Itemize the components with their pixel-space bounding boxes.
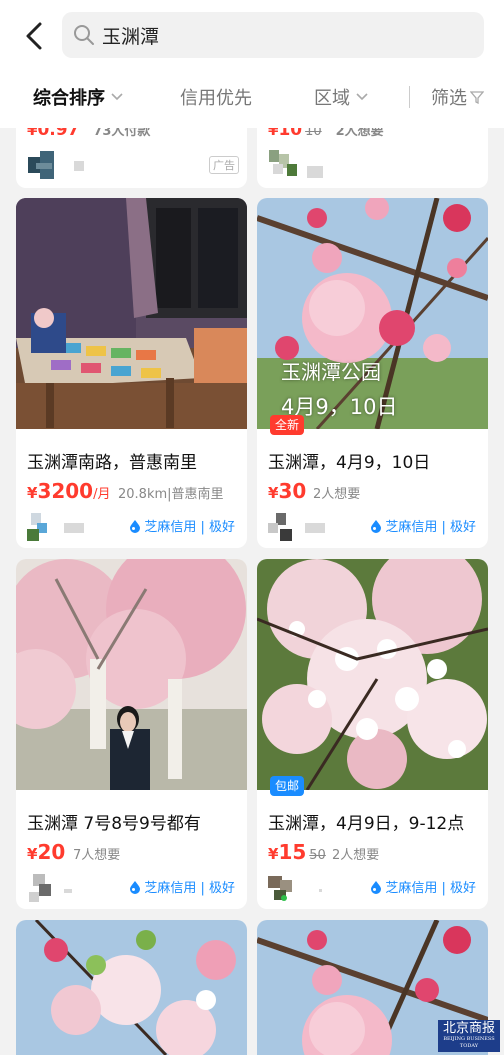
listing-card[interactable]: 包邮 玉渊潭，4月9日，9-12点 ¥15 50 2人想要 芝麻信用 | 极好 bbox=[257, 559, 488, 909]
listing-title: 玉渊潭南路，普惠南里 bbox=[27, 453, 197, 473]
location-meta: 20.8km|普惠南里 bbox=[118, 487, 224, 502]
listing-image bbox=[257, 559, 488, 790]
username bbox=[74, 161, 84, 171]
price: ¥30 bbox=[268, 479, 306, 503]
username bbox=[305, 523, 325, 533]
price: ¥15 50 bbox=[268, 840, 326, 864]
search-input[interactable] bbox=[102, 24, 462, 46]
chevron-down-icon bbox=[111, 93, 123, 101]
credit-badge: 芝麻信用 | 极好 bbox=[370, 877, 476, 896]
currency: ¥ bbox=[27, 484, 38, 502]
avatar bbox=[27, 874, 55, 902]
price-value: 15 bbox=[278, 840, 307, 864]
price-value: 30 bbox=[278, 479, 307, 503]
username bbox=[307, 166, 323, 178]
divider bbox=[409, 86, 410, 108]
listing-image bbox=[16, 559, 247, 790]
listing-card[interactable] bbox=[16, 920, 247, 1055]
listing-title: 玉渊潭 7号8号9号都有 bbox=[27, 814, 201, 834]
sort-region[interactable]: 区域 bbox=[314, 84, 369, 110]
original-price: 50 bbox=[309, 848, 326, 863]
listing-card[interactable]: 玉渊潭 7号8号9号都有 ¥20 7人想要 芝麻信用 | 极好 bbox=[16, 559, 247, 909]
avatar bbox=[269, 150, 299, 180]
credit-badge: 芝麻信用 | 极好 bbox=[129, 877, 235, 896]
filter-icon bbox=[470, 91, 484, 104]
image-overlay-title: 玉渊潭公园 bbox=[281, 360, 381, 384]
currency: ¥ bbox=[268, 484, 279, 502]
listing-image bbox=[16, 198, 247, 429]
filter-button[interactable]: 筛选 bbox=[431, 84, 484, 110]
price: ¥3200/月 bbox=[27, 479, 111, 503]
credit-label: 芝麻信用 | 极好 bbox=[144, 881, 235, 896]
watermark-text: 北京商报 bbox=[442, 1021, 495, 1036]
price-value: 3200 bbox=[37, 479, 94, 503]
username bbox=[64, 889, 72, 893]
listing-card[interactable]: 玉渊潭公园 4月9，10日 全新 玉渊潭，4月9，10日 ¥30 2人想要 芝麻… bbox=[257, 198, 488, 548]
sesame-credit-icon bbox=[371, 880, 382, 894]
avatar bbox=[268, 874, 296, 902]
credit-label: 芝麻信用 | 极好 bbox=[385, 520, 476, 535]
search-icon bbox=[74, 25, 94, 45]
filter-label: 筛选 bbox=[431, 88, 467, 109]
credit-label: 芝麻信用 | 极好 bbox=[144, 520, 235, 535]
sort-region-label: 区域 bbox=[314, 88, 350, 109]
news-watermark-logo: 北京商报 BEIJING BUSINESS TODAY bbox=[438, 1020, 500, 1052]
credit-badge: 芝麻信用 | 极好 bbox=[129, 516, 235, 535]
sesame-credit-icon bbox=[371, 519, 382, 533]
price-unit: /月 bbox=[93, 487, 111, 502]
sort-comprehensive[interactable]: 综合排序 bbox=[33, 84, 124, 110]
sesame-credit-icon bbox=[130, 880, 141, 894]
sesame-credit-icon bbox=[130, 519, 141, 533]
sort-credit-first[interactable]: 信用优先 bbox=[180, 84, 252, 110]
watermark-subtext: BEIJING BUSINESS TODAY bbox=[443, 1036, 495, 1049]
avatar bbox=[268, 513, 296, 541]
username bbox=[319, 889, 322, 892]
avatar bbox=[27, 513, 55, 541]
price: ¥20 bbox=[27, 840, 65, 864]
currency: ¥ bbox=[27, 845, 38, 863]
price-value: 20 bbox=[37, 840, 66, 864]
sort-credit-label: 信用优先 bbox=[180, 88, 252, 109]
username bbox=[64, 523, 84, 533]
currency: ¥ bbox=[268, 845, 279, 863]
chevron-left-icon bbox=[26, 22, 42, 50]
search-box[interactable] bbox=[62, 12, 484, 58]
want-count: 7人想要 bbox=[73, 848, 121, 863]
listing-image bbox=[16, 920, 247, 1055]
credit-badge: 芝麻信用 | 极好 bbox=[370, 516, 476, 535]
top-bar: 综合排序 信用优先 区域 筛选 bbox=[0, 0, 504, 128]
listing-title: 玉渊潭，4月9，10日 bbox=[268, 453, 431, 473]
listing-title: 玉渊潭，4月9日，9-12点 bbox=[268, 814, 465, 834]
back-button[interactable] bbox=[18, 16, 54, 56]
chevron-down-icon bbox=[356, 93, 368, 101]
tag-new: 全新 bbox=[270, 415, 305, 435]
avatar bbox=[28, 151, 58, 179]
listing-card[interactable]: 玉渊潭南路，普惠南里 ¥3200/月 20.8km|普惠南里 芝麻信用 | 极好 bbox=[16, 198, 247, 548]
want-count: 2人想要 bbox=[332, 848, 380, 863]
want-count: 2人想要 bbox=[313, 487, 361, 502]
ad-badge: 广告 bbox=[209, 156, 239, 174]
credit-label: 芝麻信用 | 极好 bbox=[385, 881, 476, 896]
sort-comprehensive-label: 综合排序 bbox=[33, 88, 105, 109]
sort-bar: 综合排序 信用优先 区域 筛选 bbox=[0, 70, 504, 122]
tag-free-shipping: 包邮 bbox=[270, 776, 305, 796]
